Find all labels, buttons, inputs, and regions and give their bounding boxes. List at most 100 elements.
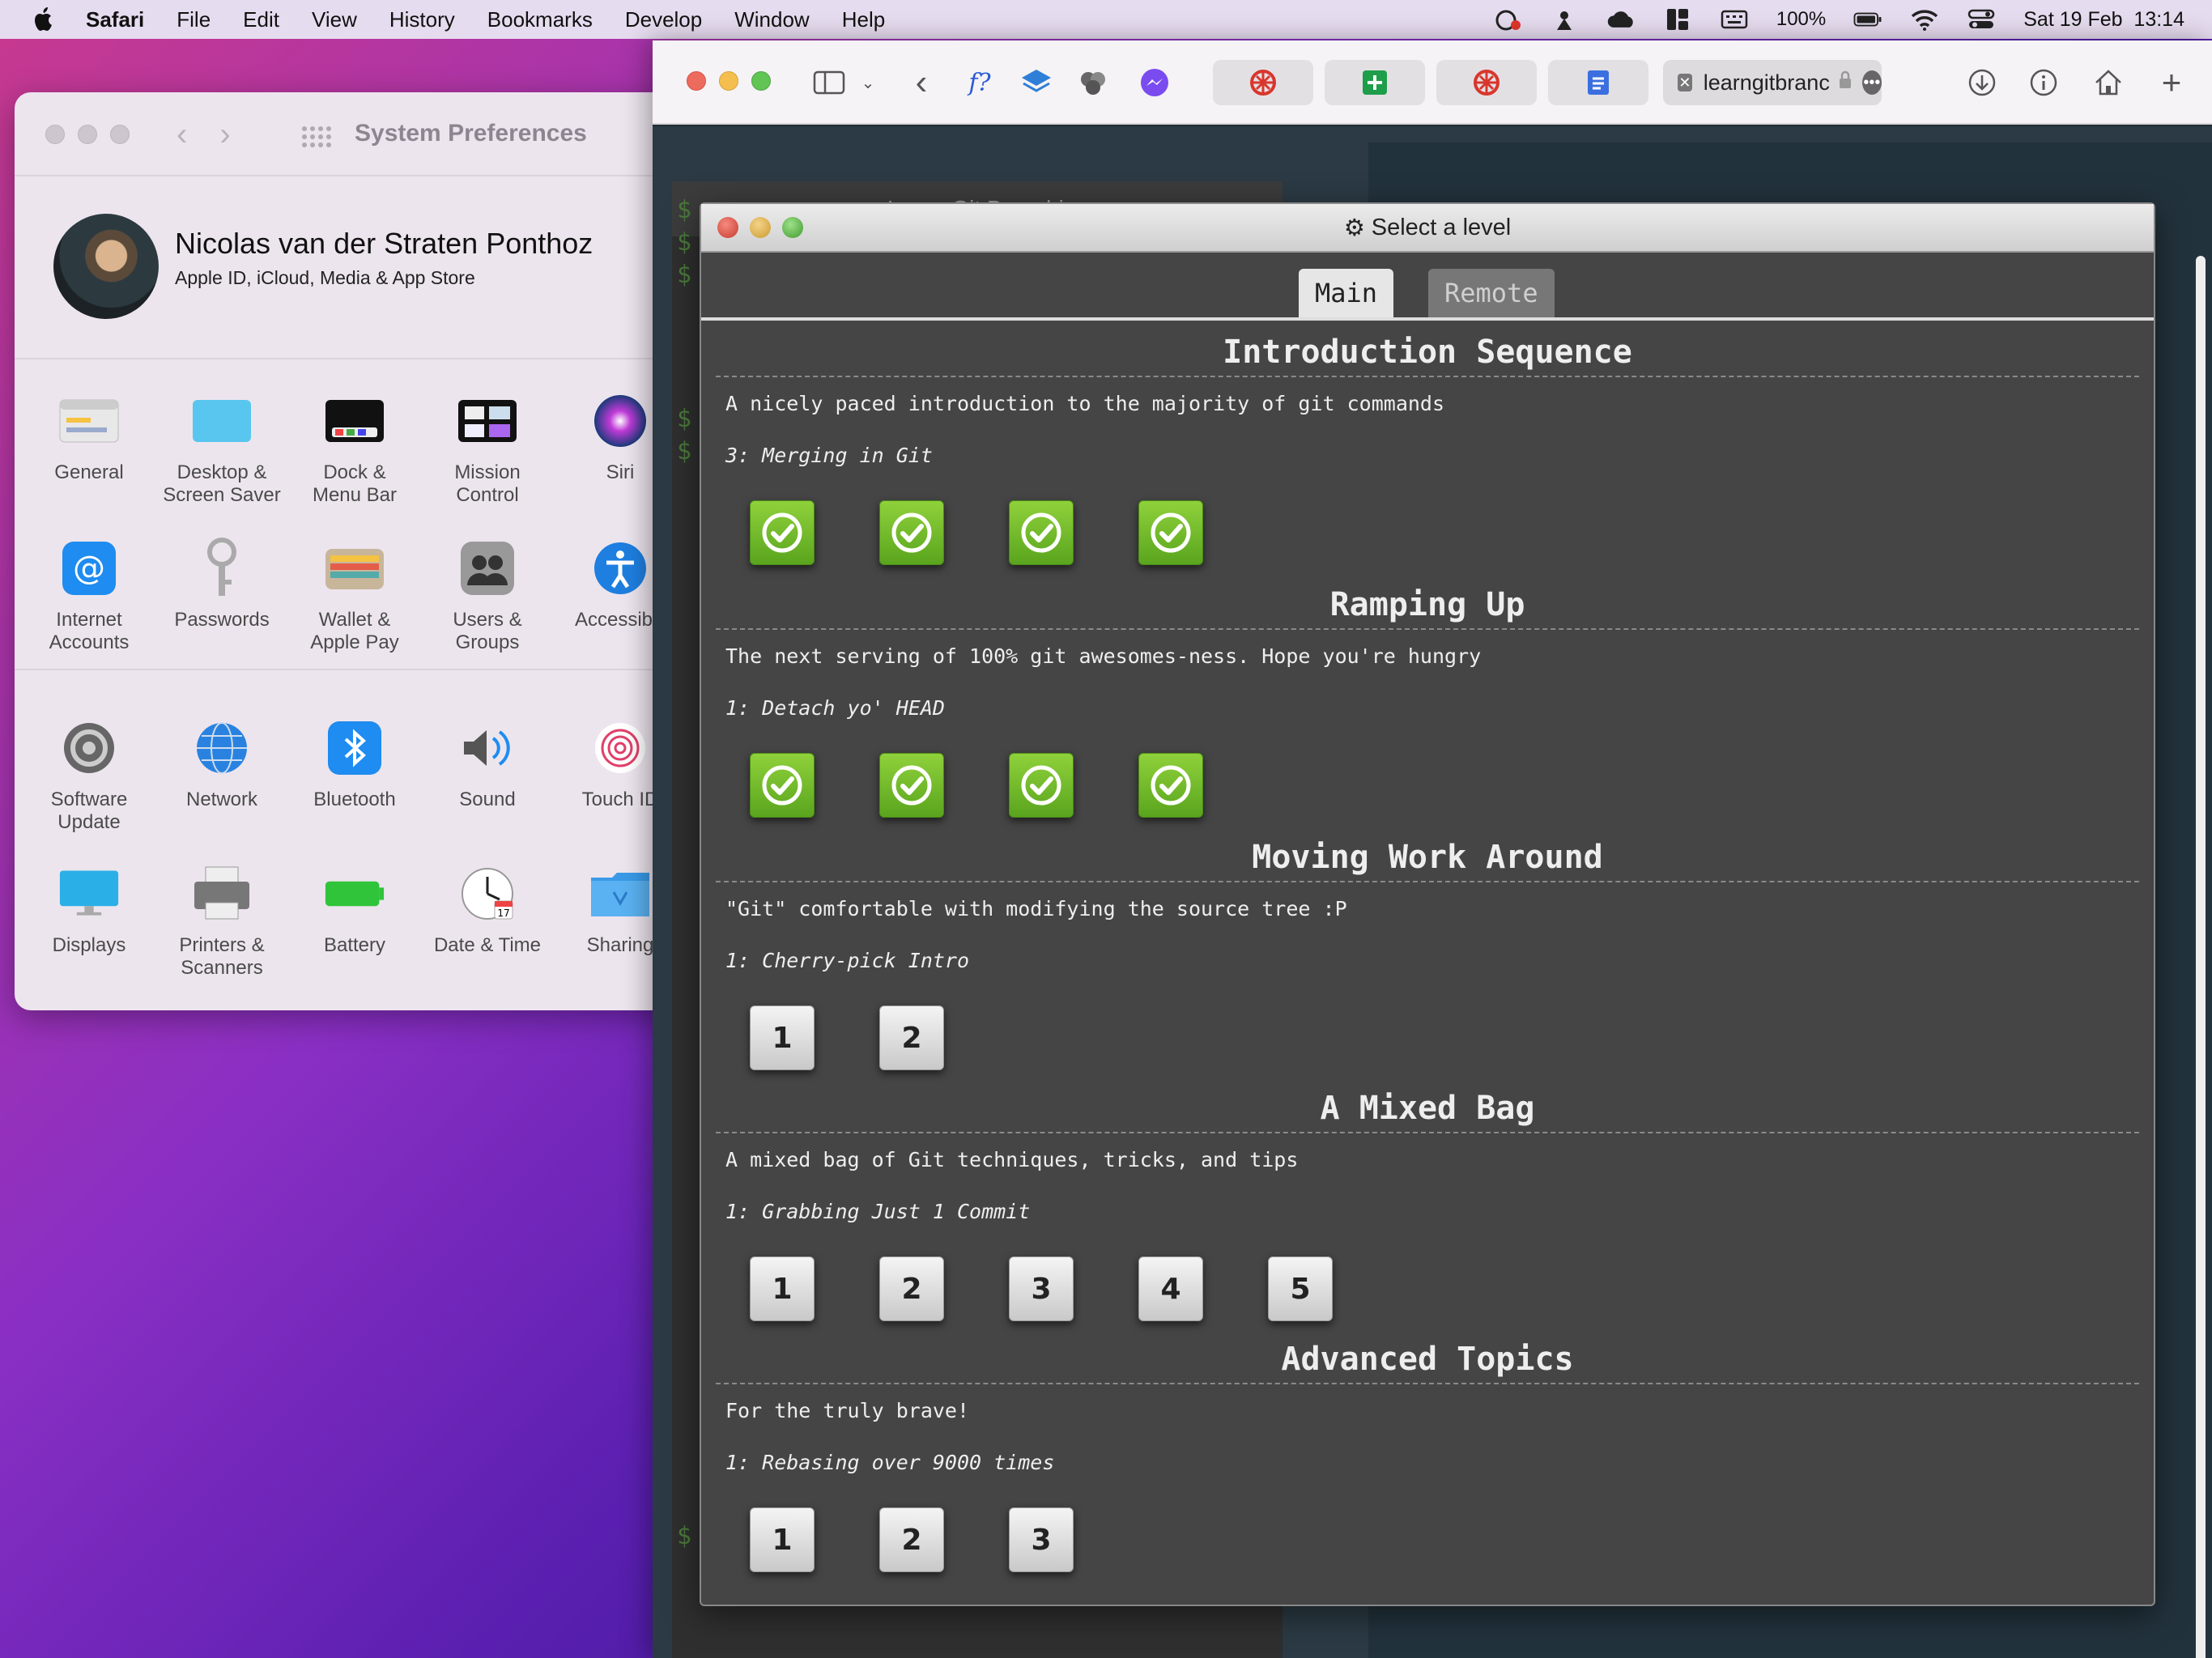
layers-icon[interactable] (1019, 65, 1054, 100)
level-completed-button[interactable] (1138, 500, 1203, 565)
level-button[interactable]: 3 (1009, 1256, 1074, 1321)
siri-icon (589, 390, 651, 452)
apple-logo-icon[interactable] (32, 6, 55, 32)
pref-printer[interactable]: Printers & Scanners (153, 863, 291, 980)
svg-text:@: @ (73, 550, 105, 587)
download-icon[interactable] (1964, 65, 2000, 100)
tab-4[interactable] (1548, 60, 1648, 105)
wifi-icon[interactable] (1910, 7, 1939, 32)
creative-cloud-icon[interactable] (1493, 7, 1522, 32)
tab-main[interactable]: Main (1299, 269, 1394, 317)
section-title: Advanced Topics (716, 1334, 2139, 1384)
pref-dock[interactable]: Dock & Menu Bar (286, 390, 423, 507)
level-button[interactable]: 2 (879, 1256, 944, 1321)
level-section: Ramping Up The next serving of 100% git a… (716, 580, 2139, 826)
pref-general[interactable]: General (20, 390, 158, 484)
menu-window[interactable]: Window (734, 7, 809, 32)
level-completed-button[interactable] (1009, 753, 1074, 818)
check-circle-icon (891, 512, 932, 553)
pref-clock[interactable]: 17 Date & Time (419, 863, 556, 957)
pref-label: Internet Accounts (49, 609, 130, 653)
circles-icon[interactable] (1075, 65, 1111, 100)
level-button[interactable]: 5 (1268, 1256, 1333, 1321)
terminal-prompt-icon: $ (677, 261, 692, 289)
pref-label: Sound (459, 789, 516, 810)
tab-active[interactable]: ✕ learngitbranc ••• (1663, 60, 1882, 105)
menu-help[interactable]: Help (842, 7, 885, 32)
close-tab-icon[interactable]: ✕ (1678, 74, 1692, 91)
menu-view[interactable]: View (312, 7, 357, 32)
level-completed-button[interactable] (879, 500, 944, 565)
menu-history[interactable]: History (389, 7, 455, 32)
level-completed-button[interactable] (750, 753, 815, 818)
close-button[interactable] (717, 217, 738, 238)
airdrop-icon[interactable] (1550, 7, 1579, 32)
pref-gear[interactable]: Software Update (20, 717, 158, 834)
new-tab-icon[interactable]: + (2154, 63, 2189, 101)
tab-2[interactable] (1325, 60, 1425, 105)
pref-speaker[interactable]: Sound (419, 717, 556, 811)
pref-label: Wallet & Apple Pay (310, 609, 399, 653)
level-button[interactable]: 2 (879, 1005, 944, 1070)
wallet-icon (324, 538, 385, 599)
pref-mission-control[interactable]: Mission Control (419, 390, 556, 507)
pref-desktop[interactable]: Desktop & Screen Saver (153, 390, 291, 507)
level-completed-button[interactable] (750, 500, 815, 565)
level-button[interactable]: 3 (1009, 1507, 1074, 1572)
menu-safari[interactable]: Safari (86, 7, 144, 32)
more-icon[interactable]: ••• (1861, 70, 1882, 95)
pref-users[interactable]: Users & Groups (419, 538, 556, 654)
info-icon[interactable] (2026, 65, 2061, 100)
menu-edit[interactable]: Edit (243, 7, 279, 32)
level-tabs: Main Remote (701, 253, 2154, 321)
pref-key[interactable]: Passwords (153, 538, 291, 631)
menu-develop[interactable]: Develop (625, 7, 702, 32)
clock-text[interactable]: Sat 19 Feb 13:14 (2023, 8, 2184, 32)
section-description: The next serving of 100% git awesomes-ne… (725, 644, 1482, 668)
level-button[interactable]: 2 (879, 1507, 944, 1572)
control-center-icon[interactable] (1967, 7, 1996, 32)
pref-globe[interactable]: Network (153, 717, 291, 811)
messenger-icon[interactable] (1137, 65, 1172, 100)
sidebar-icon[interactable] (811, 65, 847, 100)
pref-label: Network (185, 789, 258, 810)
zoom-button[interactable] (782, 217, 803, 238)
level-completed-button[interactable] (879, 753, 944, 818)
close-button[interactable] (687, 71, 706, 91)
function-icon[interactable]: f? (962, 65, 998, 100)
minimize-button[interactable] (750, 217, 771, 238)
scrollbar[interactable] (2196, 256, 2206, 1658)
users-icon (457, 538, 518, 599)
pref-bluetooth[interactable]: Bluetooth (286, 717, 423, 811)
tab-1[interactable] (1213, 60, 1313, 105)
keyboard-icon[interactable] (1720, 7, 1749, 32)
level-button[interactable]: 1 (750, 1507, 815, 1572)
pref-battery[interactable]: Battery (286, 863, 423, 957)
back-icon[interactable]: ‹ (904, 62, 939, 102)
tab-3[interactable] (1436, 60, 1537, 105)
at-icon: @ (58, 538, 120, 599)
level-button[interactable]: 1 (750, 1256, 815, 1321)
pref-wallet[interactable]: Wallet & Apple Pay (286, 538, 423, 654)
level-button[interactable]: 4 (1138, 1256, 1203, 1321)
menu-file[interactable]: File (177, 7, 211, 32)
zoom-button[interactable] (751, 71, 771, 91)
level-button[interactable]: 1 (750, 1005, 815, 1070)
layout-icon[interactable] (1663, 7, 1692, 32)
section-title: Moving Work Around (716, 832, 2139, 882)
minimize-button[interactable] (719, 71, 738, 91)
chevron-down-icon[interactable]: ⌄ (850, 65, 886, 100)
pref-at[interactable]: @ Internet Accounts (20, 538, 158, 654)
menu-bookmarks[interactable]: Bookmarks (487, 7, 593, 32)
home-icon[interactable] (2091, 65, 2126, 100)
modal-titlebar: ⚙ Select a level (701, 204, 2154, 253)
battery-icon[interactable] (1853, 7, 1882, 32)
cloud-icon[interactable] (1606, 7, 1636, 32)
pref-label: Users & Groups (453, 609, 522, 653)
level-completed-button[interactable] (1009, 500, 1074, 565)
level-buttons: 123 (716, 1507, 2139, 1580)
tab-remote[interactable]: Remote (1428, 269, 1555, 317)
pref-display[interactable]: Displays (20, 863, 158, 957)
printer-icon (191, 863, 253, 925)
level-completed-button[interactable] (1138, 753, 1203, 818)
